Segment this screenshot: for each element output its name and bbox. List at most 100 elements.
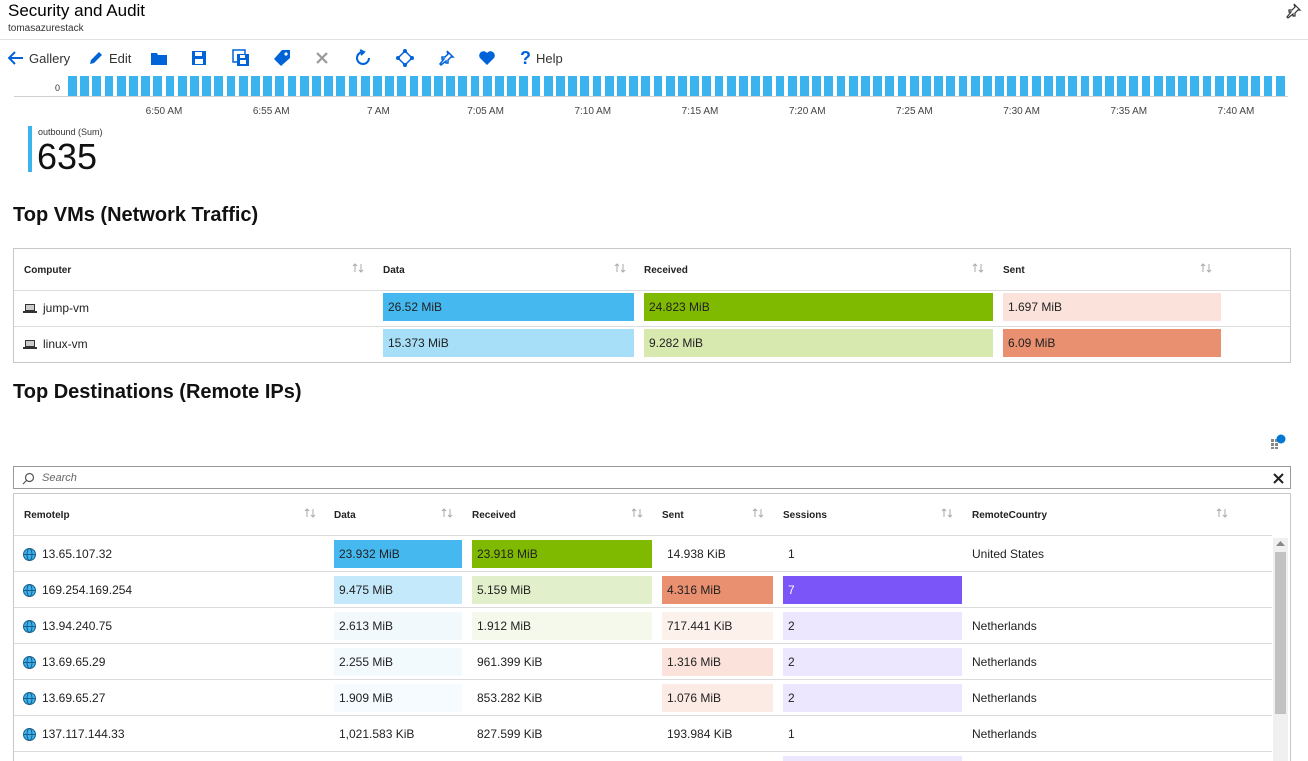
vms-col-sent[interactable]: Sent xyxy=(1003,265,1025,276)
y-axis-zero-label: 0 xyxy=(55,83,61,93)
sparkline-bar xyxy=(336,76,346,96)
sort-icon[interactable] xyxy=(441,508,453,518)
sparkline-bar xyxy=(690,76,699,96)
sparkline-bar xyxy=(726,76,736,96)
search-input[interactable] xyxy=(42,470,1242,486)
sort-icon[interactable] xyxy=(304,508,316,518)
sort-icon[interactable] xyxy=(631,508,643,518)
sparkline-bar xyxy=(958,76,968,96)
sparkline-bar xyxy=(714,76,724,96)
folder-icon xyxy=(151,53,167,65)
save-as-button[interactable] xyxy=(232,44,250,72)
toolbar: Gallery Edit ? Help xyxy=(0,44,1308,72)
sort-icon[interactable] xyxy=(1200,263,1212,273)
sparkline-bar xyxy=(763,76,773,96)
sparkline-bar xyxy=(678,76,687,96)
globe-icon xyxy=(23,584,36,597)
refresh-button[interactable] xyxy=(354,44,372,72)
row-divider xyxy=(14,715,1272,716)
vms-table: Computer Data Received Sent jump-vm 26.5… xyxy=(13,248,1291,363)
x-tick-label: 7:40 AM xyxy=(1217,106,1255,117)
sparkline-bar xyxy=(1251,76,1261,96)
sort-icon[interactable] xyxy=(614,263,626,273)
dest-data-cell: 2.613 MiB xyxy=(334,612,462,640)
sparkline-bar xyxy=(1153,76,1163,96)
sort-icon[interactable] xyxy=(352,263,364,273)
sparkline-bar xyxy=(129,76,138,96)
dest-col-received[interactable]: Received xyxy=(472,510,516,521)
save-icon xyxy=(192,51,206,65)
sparkline-bar xyxy=(226,76,236,96)
computer-icon xyxy=(23,340,37,349)
sparkline-bar xyxy=(153,76,163,96)
sparkline-bar xyxy=(848,76,858,96)
x-axis-line xyxy=(14,96,1288,97)
gallery-button[interactable]: Gallery xyxy=(8,44,70,72)
pin-blade-icon[interactable] xyxy=(1284,2,1302,20)
sparkline-bar xyxy=(580,76,590,96)
sparkline-bar xyxy=(1166,76,1175,96)
sparkline-bar xyxy=(665,76,675,96)
dest-received-cell: 23.918 MiB xyxy=(472,540,652,568)
sparkline-bar xyxy=(1044,76,1053,96)
globe-icon xyxy=(23,548,36,561)
dest-sent-cell: 717.441 KiB xyxy=(662,612,773,640)
sparkline-bar xyxy=(531,76,541,96)
save-button[interactable] xyxy=(191,44,207,72)
sparkline-bar xyxy=(434,76,443,96)
dest-col-sent[interactable]: Sent xyxy=(662,510,684,521)
dest-col-sessions[interactable]: Sessions xyxy=(783,510,827,521)
pin-button[interactable] xyxy=(437,44,455,72)
row-divider xyxy=(14,290,1290,291)
workspace-button[interactable] xyxy=(396,44,414,72)
vms-col-received[interactable]: Received xyxy=(644,265,688,276)
dest-col-remoteip[interactable]: RemoteIp xyxy=(24,510,70,521)
edit-button[interactable]: Edit xyxy=(88,44,131,72)
table-scrollbar-thumb[interactable] xyxy=(1275,552,1286,714)
tags-button[interactable] xyxy=(273,44,291,72)
vms-col-data[interactable]: Data xyxy=(383,265,405,276)
sparkline-bar xyxy=(983,76,992,96)
dest-col-data[interactable]: Data xyxy=(334,510,356,521)
sparkline-bar xyxy=(604,76,614,96)
sort-icon[interactable] xyxy=(1216,508,1228,518)
sparkline-bar xyxy=(287,76,297,96)
scroll-up-icon[interactable] xyxy=(1276,540,1285,547)
sort-icon[interactable] xyxy=(752,508,764,518)
vms-col-computer[interactable]: Computer xyxy=(24,265,71,276)
sparkline-bar xyxy=(812,76,821,96)
sparkline-bar xyxy=(177,76,187,96)
dest-received-cell: 1.912 MiB xyxy=(472,612,652,640)
dest-col-remotecountry[interactable]: RemoteCountry xyxy=(972,510,1047,521)
sort-icon[interactable] xyxy=(972,263,984,273)
column-settings-icon[interactable] xyxy=(1270,434,1286,450)
help-button[interactable]: ? Help xyxy=(520,44,563,72)
dest-data-cell: 1.909 MiB xyxy=(334,684,462,712)
discard-button[interactable] xyxy=(315,44,329,72)
sort-icon[interactable] xyxy=(941,508,953,518)
favorite-button[interactable] xyxy=(478,44,496,72)
clear-search-icon[interactable] xyxy=(1273,473,1284,484)
remote-country: Netherlands xyxy=(972,619,1037,633)
sparkline-bar xyxy=(409,76,419,96)
sparkline-bar xyxy=(641,76,651,96)
sparkline-bar xyxy=(1105,76,1114,96)
row-divider xyxy=(14,571,1272,572)
sparkline-bar xyxy=(946,76,956,96)
sparkline-bar xyxy=(556,76,565,96)
search-box[interactable] xyxy=(13,466,1291,489)
dest-sessions-cell: 1 xyxy=(783,540,962,568)
sparkline-bar xyxy=(214,76,224,96)
vm-sent-cell: 6.09 MiB xyxy=(1003,329,1221,357)
sparkline-bar xyxy=(397,76,407,96)
edit-label: Edit xyxy=(109,50,132,66)
sparkline-bar xyxy=(1190,76,1200,96)
sparkline-bar xyxy=(897,76,907,96)
search-icon xyxy=(22,472,35,485)
open-button[interactable] xyxy=(150,44,168,72)
sparkline-bar xyxy=(824,76,834,96)
sparkline-bar xyxy=(1129,76,1139,96)
sparkline-bar xyxy=(775,76,785,96)
sparkline-bar xyxy=(970,76,980,96)
metric-accent-bar xyxy=(28,126,32,172)
